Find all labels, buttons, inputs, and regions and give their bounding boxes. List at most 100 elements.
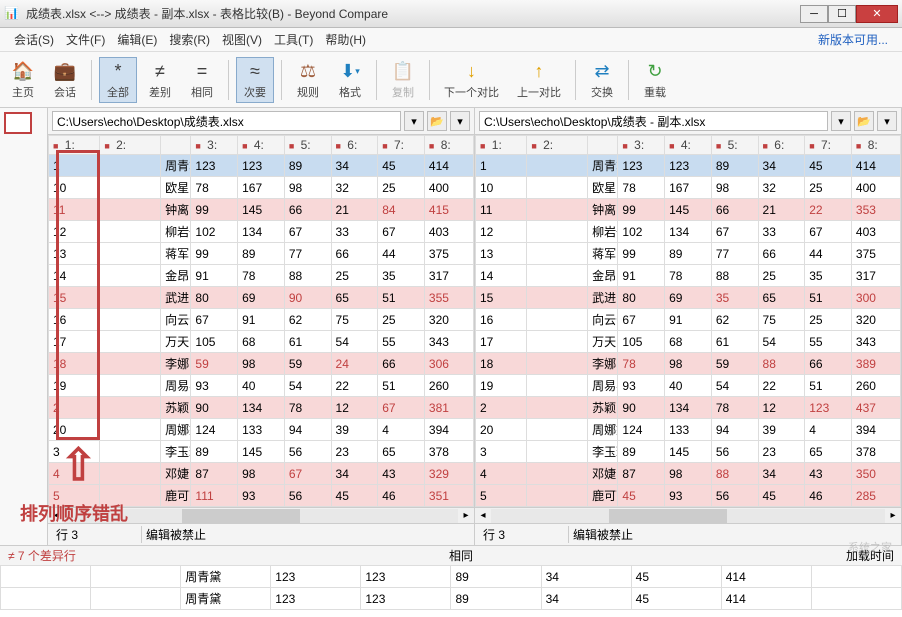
table-row[interactable]: 4邓婕8798883443350 — [476, 463, 901, 485]
col-header[interactable]: ■ 3: — [191, 136, 238, 155]
table-cell[interactable]: 414 — [851, 155, 900, 177]
table-cell[interactable] — [100, 463, 161, 485]
table-cell[interactable]: 46 — [805, 485, 852, 507]
table-cell[interactable]: 11 — [49, 199, 100, 221]
table-cell[interactable]: 万天 — [588, 331, 618, 353]
table-cell[interactable]: 40 — [238, 375, 285, 397]
table-cell[interactable]: 66 — [378, 353, 425, 375]
table-row[interactable]: 11钟离99145662184415 — [49, 199, 474, 221]
tool-全部[interactable]: *全部 — [99, 57, 137, 103]
table-cell[interactable]: 67 — [284, 221, 331, 243]
table-cell[interactable]: 51 — [805, 375, 852, 397]
table-row[interactable]: 15武进8069356551300 — [476, 287, 901, 309]
table-cell[interactable]: 12 — [758, 397, 805, 419]
table-cell[interactable] — [527, 353, 588, 375]
table-cell[interactable]: 99 — [191, 243, 238, 265]
table-cell[interactable]: 周青黛 — [161, 155, 191, 177]
table-cell[interactable]: 柳岩一 — [588, 221, 618, 243]
table-cell[interactable]: 78 — [618, 353, 665, 375]
table-cell[interactable]: 90 — [284, 287, 331, 309]
table-cell[interactable] — [527, 287, 588, 309]
table-cell[interactable]: 周娜娜 — [588, 419, 618, 441]
table-cell[interactable]: 周青黛 — [588, 155, 618, 177]
table-cell[interactable] — [100, 353, 161, 375]
table-row[interactable]: 15武进8069906551355 — [49, 287, 474, 309]
table-cell[interactable]: 66 — [284, 199, 331, 221]
table-cell[interactable]: 89 — [711, 155, 758, 177]
menu-help[interactable]: 帮助(H) — [319, 29, 372, 50]
table-cell[interactable]: 68 — [238, 331, 285, 353]
table-cell[interactable] — [527, 243, 588, 265]
table-cell[interactable]: 14 — [49, 265, 100, 287]
table-cell[interactable]: 40 — [665, 375, 712, 397]
tool-规则[interactable]: ⚖规则 — [289, 57, 327, 103]
table-cell[interactable] — [100, 177, 161, 199]
table-cell[interactable]: 67 — [805, 221, 852, 243]
table-cell[interactable]: 2 — [476, 397, 527, 419]
table-cell[interactable]: 34 — [758, 463, 805, 485]
table-row[interactable]: 17万天10568615455343 — [49, 331, 474, 353]
table-cell[interactable]: 415 — [424, 199, 473, 221]
table-cell[interactable]: 67 — [284, 463, 331, 485]
tool-差别[interactable]: ≠差别 — [141, 57, 179, 103]
col-header[interactable]: ■ 1: — [49, 136, 100, 155]
table-cell[interactable]: 44 — [805, 243, 852, 265]
right-hscroll[interactable]: ◂▸ — [475, 507, 901, 523]
table-cell[interactable]: 59 — [711, 353, 758, 375]
table-cell[interactable] — [100, 221, 161, 243]
table-cell[interactable]: 403 — [424, 221, 473, 243]
table-cell[interactable] — [100, 199, 161, 221]
table-cell[interactable]: 43 — [378, 463, 425, 485]
table-cell[interactable]: 46 — [378, 485, 425, 507]
table-cell[interactable]: 19 — [49, 375, 100, 397]
table-cell[interactable]: 66 — [758, 243, 805, 265]
table-cell[interactable]: 16 — [476, 309, 527, 331]
table-cell[interactable]: 329 — [424, 463, 473, 485]
tool-下一个对比[interactable]: ↓下一个对比 — [437, 57, 506, 103]
table-cell[interactable]: 欧星 — [161, 177, 191, 199]
table-cell[interactable]: 134 — [665, 221, 712, 243]
table-cell[interactable]: 351 — [424, 485, 473, 507]
table-row[interactable]: 1周青黛123123893445414 — [49, 155, 474, 177]
detail-row[interactable]: 周青黛123123893445414 — [1, 566, 902, 588]
col-header[interactable] — [588, 136, 618, 155]
table-row[interactable]: 18李娜7898598866389 — [476, 353, 901, 375]
table-cell[interactable]: 65 — [805, 441, 852, 463]
table-cell[interactable]: 5 — [476, 485, 527, 507]
right-path-dropdown[interactable]: ▾ — [831, 111, 851, 131]
table-cell[interactable]: 69 — [665, 287, 712, 309]
left-hscroll[interactable]: ◂▸ — [48, 507, 474, 523]
table-cell[interactable] — [100, 155, 161, 177]
table-cell[interactable]: 78 — [665, 265, 712, 287]
table-cell[interactable]: 350 — [851, 463, 900, 485]
table-cell[interactable]: 394 — [851, 419, 900, 441]
table-cell[interactable]: 32 — [331, 177, 378, 199]
menu-view[interactable]: 视图(V) — [216, 29, 268, 50]
table-cell[interactable]: 17 — [476, 331, 527, 353]
table-cell[interactable]: 98 — [665, 353, 712, 375]
table-cell[interactable]: 25 — [378, 309, 425, 331]
table-cell[interactable]: 62 — [284, 309, 331, 331]
table-cell[interactable]: 61 — [711, 331, 758, 353]
table-cell[interactable]: 300 — [851, 287, 900, 309]
table-row[interactable]: 14金昂9178882535317 — [49, 265, 474, 287]
table-cell[interactable]: 89 — [665, 243, 712, 265]
table-cell[interactable]: 69 — [238, 287, 285, 309]
table-cell[interactable]: 欧星 — [588, 177, 618, 199]
table-cell[interactable]: 25 — [805, 309, 852, 331]
table-cell[interactable]: 15 — [476, 287, 527, 309]
table-cell[interactable] — [100, 419, 161, 441]
comparison-table[interactable]: ■ 1:■ 2:■ 3:■ 4:■ 5:■ 6:■ 7:■ 8:1周青黛1231… — [48, 135, 474, 507]
table-cell[interactable]: 周易与 — [588, 375, 618, 397]
table-row[interactable]: 3李玉珍89145562365378 — [476, 441, 901, 463]
table-cell[interactable]: 18 — [476, 353, 527, 375]
table-row[interactable]: 16向云云6791627525320 — [49, 309, 474, 331]
table-cell[interactable]: 320 — [851, 309, 900, 331]
table-cell[interactable] — [100, 309, 161, 331]
menu-session[interactable]: 会话(S) — [8, 29, 60, 50]
table-cell[interactable]: 2 — [49, 397, 100, 419]
table-cell[interactable]: 邓婕 — [161, 463, 191, 485]
table-cell[interactable]: 59 — [284, 353, 331, 375]
tool-次要[interactable]: ≈次要 — [236, 57, 274, 103]
table-cell[interactable]: 87 — [191, 463, 238, 485]
